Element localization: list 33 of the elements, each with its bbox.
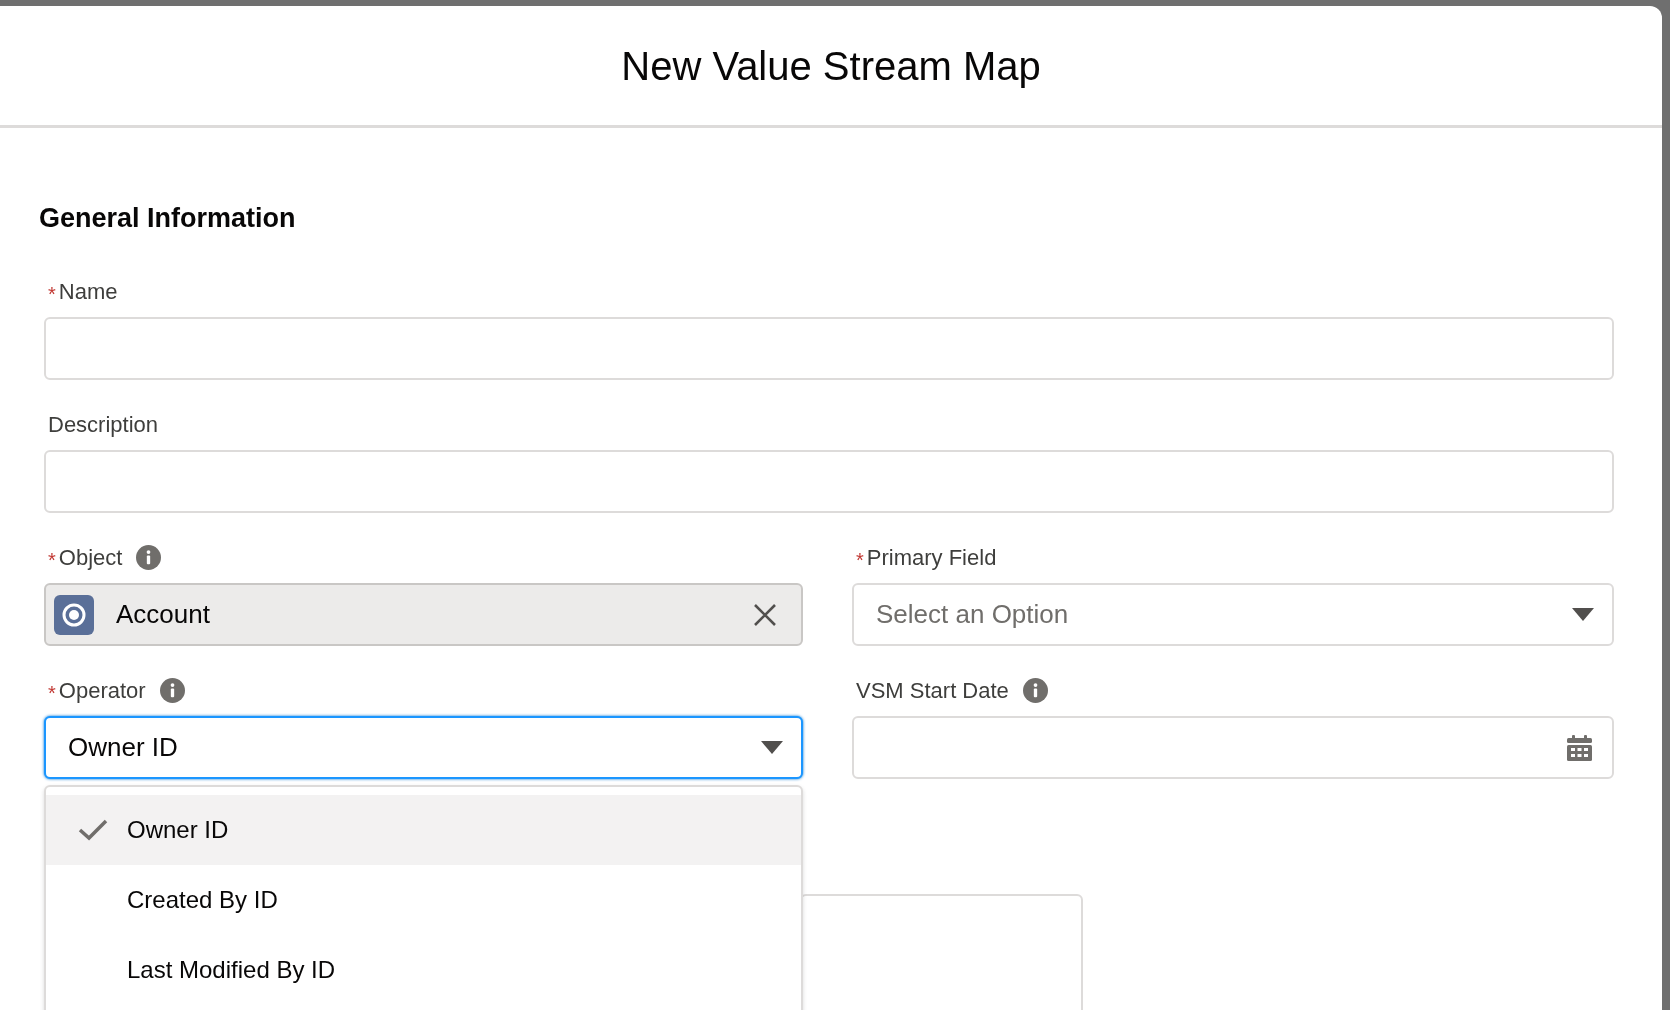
date-input-field[interactable] — [852, 716, 1614, 779]
field-label: Operator — [58, 676, 146, 705]
field-label: VSM Start Date — [856, 676, 1009, 705]
selected-object: Account — [116, 598, 211, 631]
dropdown-option[interactable]: Created By ID — [46, 865, 801, 935]
info-icon[interactable] — [1022, 677, 1048, 703]
section-heading: General Information — [39, 202, 297, 226]
text-input-field[interactable] — [44, 317, 1614, 380]
field-label: Object — [58, 543, 123, 572]
select-field[interactable]: Owner ID — [44, 716, 803, 779]
caret-down-icon — [1572, 608, 1594, 621]
text-input-field[interactable] — [44, 450, 1614, 513]
caret-down-icon — [761, 741, 783, 754]
placeholder-text: Select an Option — [876, 598, 1070, 631]
field-label: Description — [48, 410, 159, 439]
calendar-icon[interactable] — [1567, 734, 1592, 761]
modal-title: New Value Stream Map — [621, 42, 1041, 90]
required-mark: * — [48, 548, 56, 573]
required-mark: * — [48, 282, 56, 307]
info-icon[interactable] — [136, 544, 162, 570]
lookup-field[interactable]: Account — [44, 583, 803, 646]
select-field[interactable]: Select an Option — [852, 583, 1614, 646]
dropdown-option[interactable]: Last Modified By ID — [46, 935, 801, 1005]
dropdown-option[interactable]: Owner ID — [46, 795, 801, 865]
field-label: Name — [58, 277, 118, 306]
info-icon[interactable] — [159, 677, 185, 703]
field-label: Primary Field — [866, 543, 997, 572]
target-icon — [54, 594, 94, 635]
required-mark: * — [48, 681, 56, 706]
close-icon[interactable] — [753, 602, 777, 627]
check-icon — [78, 819, 108, 841]
selected-value: Owner ID — [68, 731, 179, 764]
required-mark: * — [856, 548, 864, 573]
